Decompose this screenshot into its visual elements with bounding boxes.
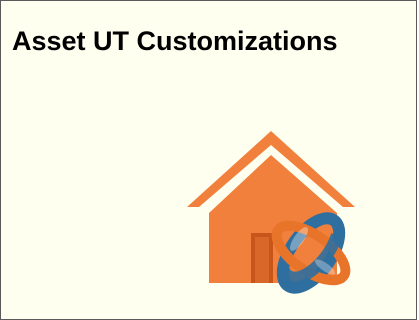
- asset-ut-customizations-tile[interactable]: Asset UT Customizations: [0, 0, 417, 320]
- tile-title: Asset UT Customizations: [12, 26, 338, 56]
- home-asset-icon: [187, 131, 355, 294]
